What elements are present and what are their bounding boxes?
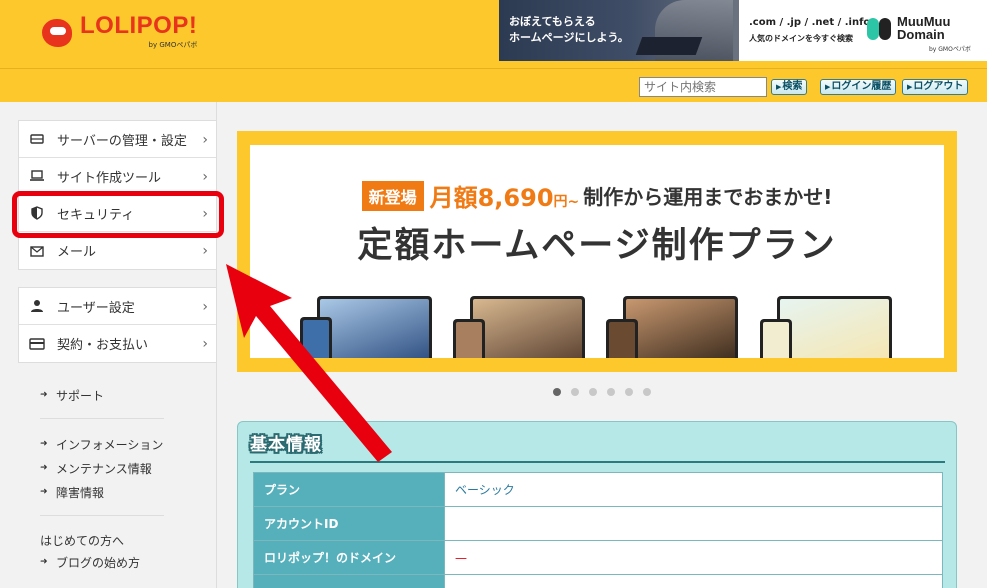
row-value [444,574,943,588]
muumuu-logo-icon [867,18,891,40]
row-key: ロリポップ！のドメイン [253,540,445,575]
device-mockup-3 [623,296,738,358]
highlight-security-box [12,191,224,238]
table-row: ロリポップ！のドメイン — [253,540,943,575]
chevron-right-icon: › [202,243,208,259]
link-failure[interactable]: ➜ 障害情報 [40,480,163,504]
device-mockup-1 [317,296,432,358]
banner-left-line2: ホームページにしよう。 [509,31,629,44]
table-row: プラン ベーシック [253,472,943,507]
carousel-dot[interactable] [625,388,633,396]
divider [40,418,164,419]
device-mockup-2-tablet [453,319,485,358]
site-search-input[interactable] [639,77,767,97]
search-button[interactable]: ▶ 検索 [771,79,808,95]
row-key: アカウントID [253,506,445,541]
user-icon [29,299,45,313]
row-value: — [444,540,943,575]
logout-button[interactable]: ▶ ログアウト [902,79,969,95]
table-row [253,574,943,588]
basic-info-table: プラン ベーシック アカウントID ロリポップ！のドメイン — [253,472,943,588]
hero-line1-text: 制作から運用までおまかせ! [583,185,833,209]
sidebar-item-label: サイト作成ツール [57,170,162,186]
price-suffix: 円~ [553,194,580,210]
device-mockup-2 [470,296,585,358]
arrow-right-icon: ▶ [825,83,831,91]
link-information[interactable]: ➜ インフォメーション [40,432,163,456]
device-mockup-4-tablet [760,319,792,358]
row-key [253,574,445,588]
sidebar-links-support: ➜ サポート [40,383,104,407]
table-row: アカウントID [253,506,943,541]
arrow-right-icon: ▶ [907,83,913,91]
mail-icon [29,244,45,258]
chevron-right-icon: › [202,169,208,185]
logo-by: by GMOペパボ [148,41,198,49]
login-history-button[interactable]: ▶ ログイン履歴 [820,79,897,95]
sidebar-item-site-tools[interactable]: サイト作成ツール › [19,158,216,195]
muumuu-name-2: Domain [897,27,945,42]
sidebar-links-beginner: はじめての方へ ➜ ブログの始め方 [40,530,140,574]
arrow-right-icon: ➜ [40,439,48,449]
hero-headline: 定額ホームページ制作プラン [357,226,837,266]
sidebar-item-label: ユーザー設定 [57,300,135,316]
row-key: プラン [253,472,445,507]
banner-domains: .com / .jp / .net / .info [749,17,871,28]
link-support[interactable]: ➜ サポート [40,383,104,407]
carousel-dots [553,388,661,396]
sidebar-links-info: ➜ インフォメーション ➜ メンテナンス情報 ➜ 障害情報 [40,432,163,504]
server-icon [29,132,45,146]
arrow-right-icon: ➜ [40,487,48,497]
arrow-right-icon: ▶ [776,83,782,91]
sidebar-item-label: 契約・お支払い [57,338,149,353]
laptop-icon [29,169,45,183]
carousel-dot[interactable] [553,388,561,396]
sidebar-item-label: メール [57,245,97,260]
row-value [444,506,943,541]
toolbar: ▶検索 ▶ログイン履歴 ▶ログアウト [0,68,987,102]
sidebar-menu-account: ユーザー設定 › 契約・お支払い › [18,287,217,363]
carousel-dot[interactable] [643,388,651,396]
lolipop-logo[interactable]: LOLIPOP! by GMOペパボ [40,14,197,50]
price-prefix: 月額 [429,184,478,212]
arrow-right-icon: ➜ [40,390,48,400]
banner-left[interactable]: おぼえてもらえる ホームページにしよう。 [499,0,739,61]
sidebar-item-label: サーバーの管理・設定 [57,133,187,149]
basic-info-title: 基本情報 [250,435,322,455]
device-mockup-1-tablet [300,317,332,358]
arrow-right-icon: ➜ [40,463,48,473]
lolipop-logo-icon [40,15,76,49]
chevron-right-icon: › [202,299,208,315]
credit-card-icon [29,337,45,351]
carousel-dot[interactable] [589,388,597,396]
sidebar-item-billing[interactable]: 契約・お支払い › [19,325,216,362]
logo-text: LOLIPOP! [80,12,198,39]
arrow-right-icon: ➜ [40,557,48,567]
sidebar-item-user-settings[interactable]: ユーザー設定 › [19,288,216,325]
carousel-dot[interactable] [571,388,579,396]
banner-tagline: 人気のドメインを今すぐ検索 [749,34,853,43]
link-blog-guide[interactable]: ➜ ブログの始め方 [40,550,140,574]
new-badge: 新登場 [361,180,424,211]
header: LOLIPOP! by GMOペパボ おぼえてもらえる ホームページにしよう。 … [0,0,987,68]
link-maintenance[interactable]: ➜ メンテナンス情報 [40,456,163,480]
device-mockup-3-tablet [606,319,638,358]
divider [40,515,164,516]
ad-banner[interactable]: おぼえてもらえる ホームページにしよう。 .com / .jp / .net /… [499,0,987,61]
carousel-dot[interactable] [607,388,615,396]
chevron-right-icon: › [202,132,208,148]
banner-right[interactable]: .com / .jp / .net / .info 人気のドメインを今すぐ検索 … [739,0,987,61]
device-mockup-4 [777,296,892,358]
divider [250,461,945,463]
sidebar-item-server[interactable]: サーバーの管理・設定 › [19,121,216,158]
chevron-right-icon: › [202,336,208,352]
beginner-heading: はじめての方へ [40,533,125,548]
muumuu-by: by GMOペパボ [929,46,971,53]
hero-banner[interactable]: 新登場 月額8,690円~ 制作から運用までおまかせ! 定額ホームページ制作プラ… [250,145,944,358]
row-value: ベーシック [444,472,943,507]
price-value: 8,690 [477,184,554,212]
banner-left-line1: おぼえてもらえる [509,15,596,28]
